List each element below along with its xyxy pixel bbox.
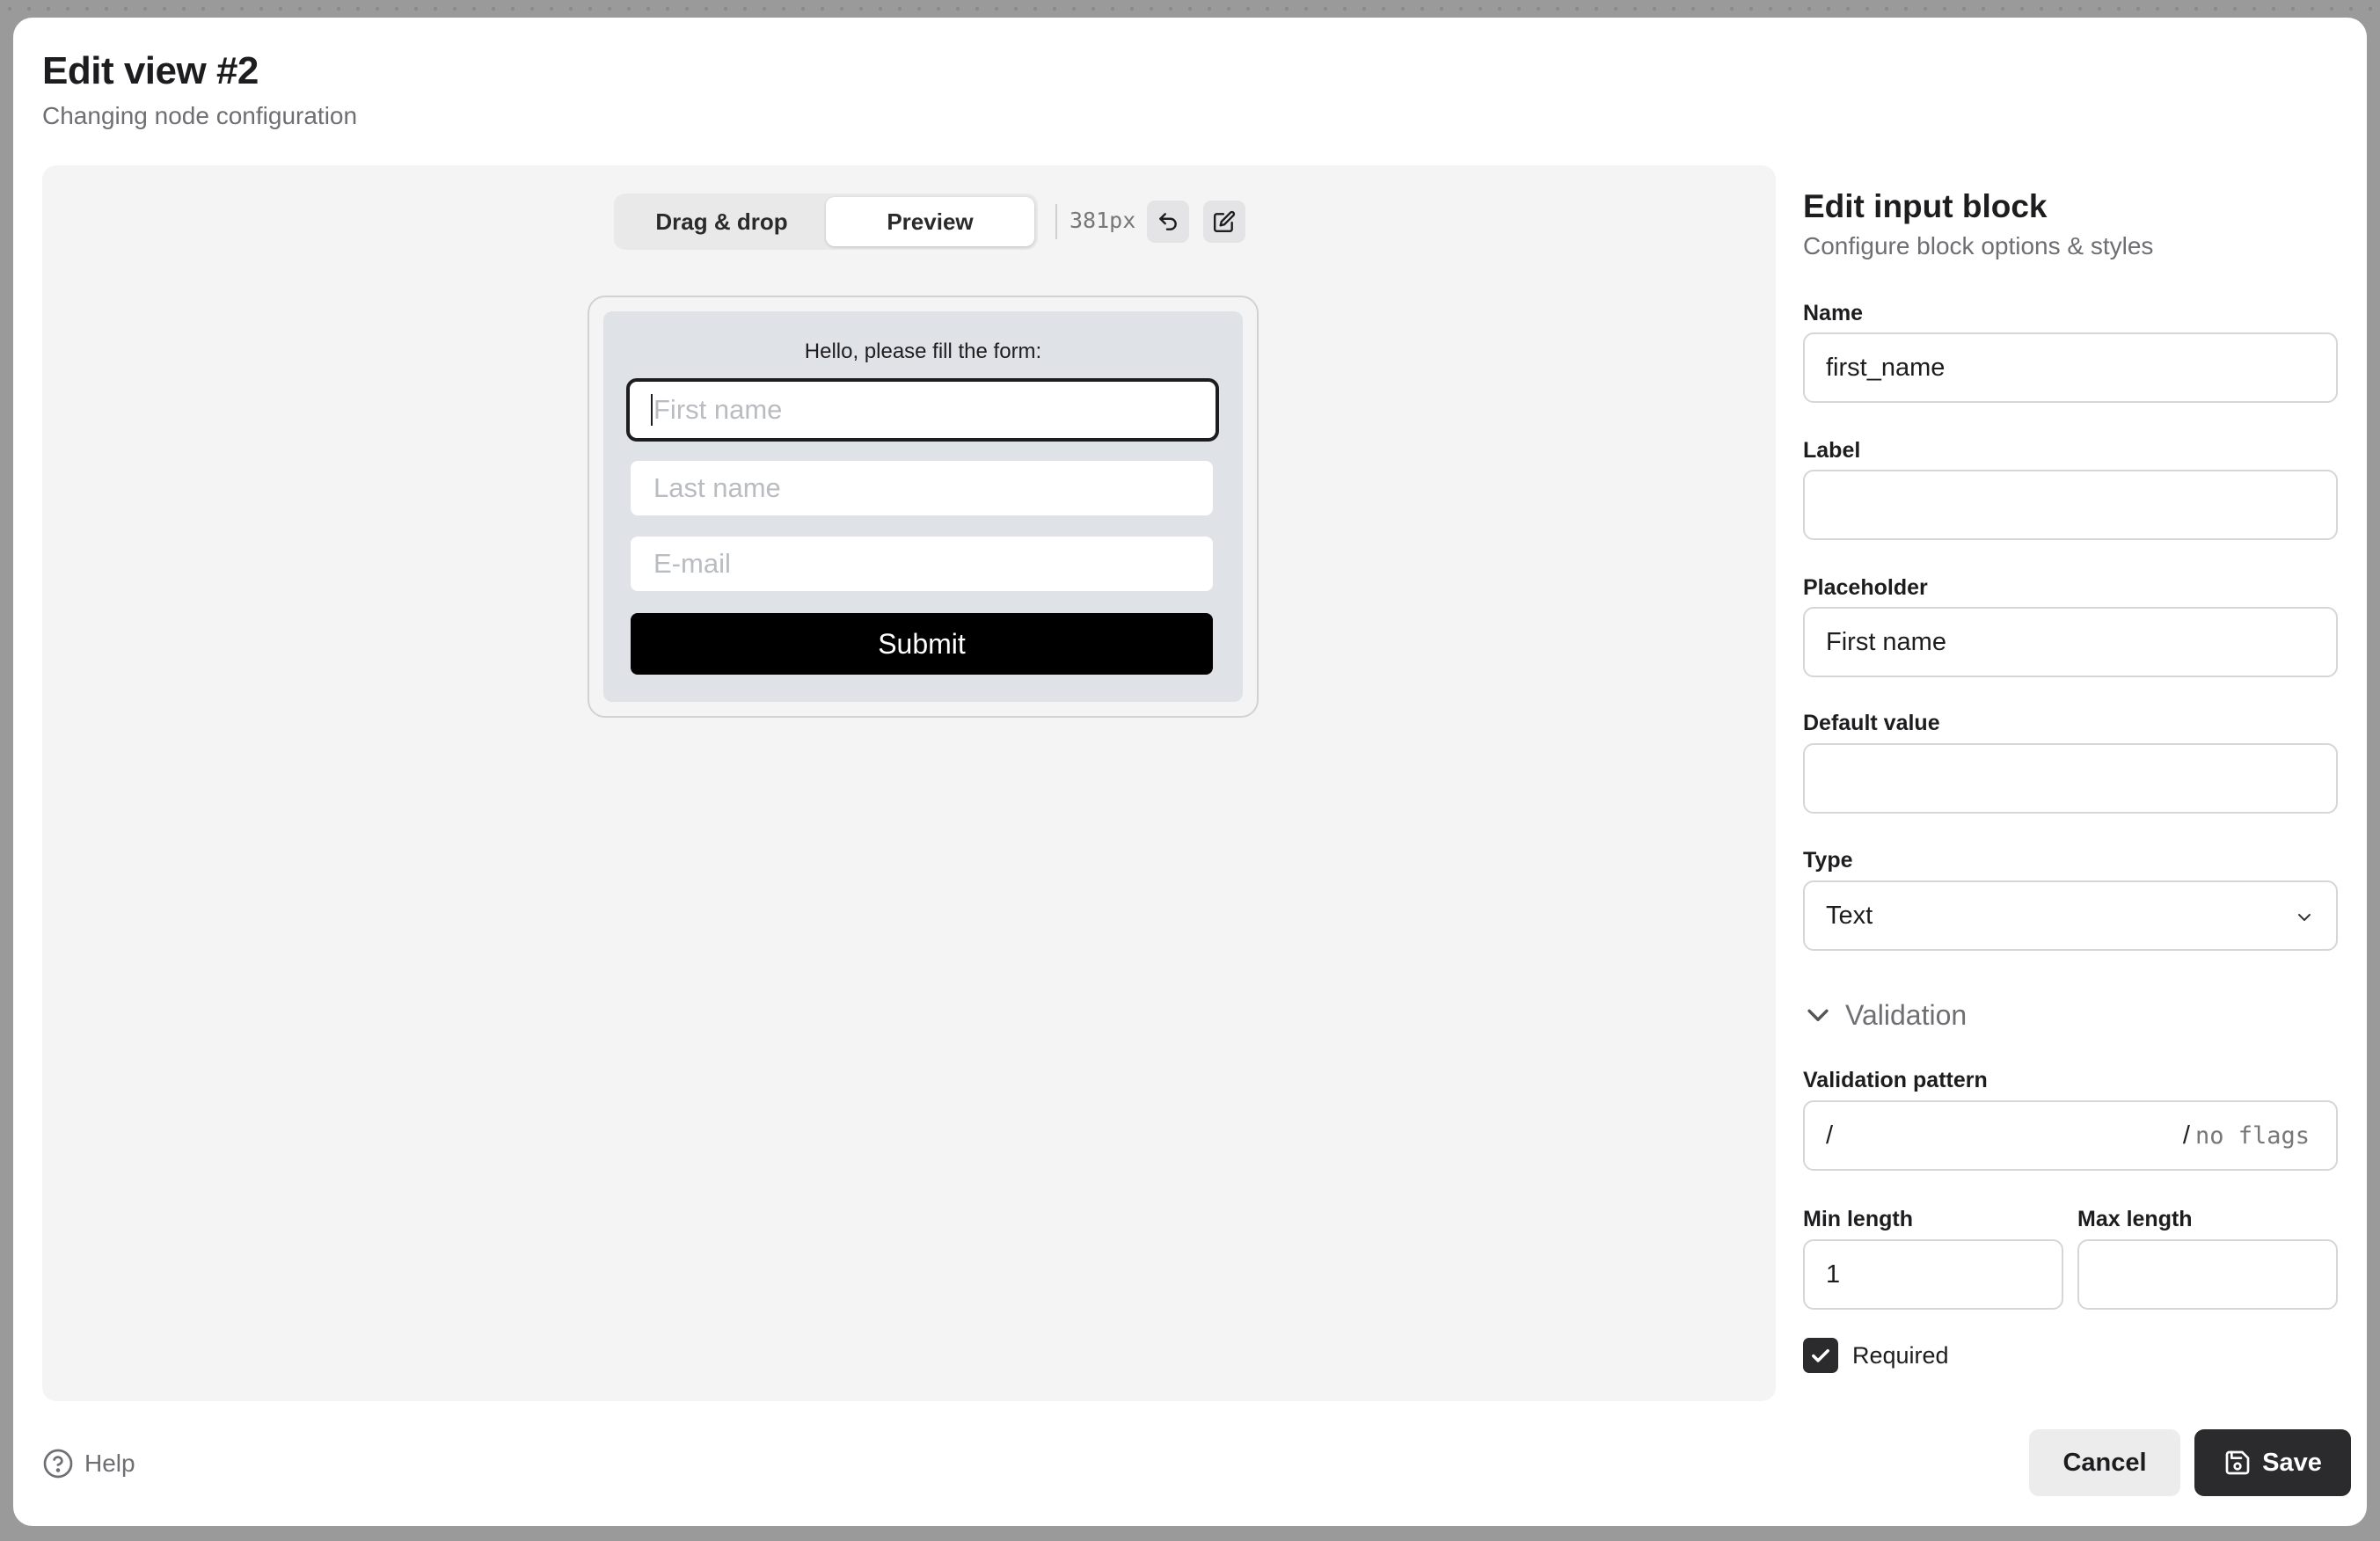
- min-length-value: 1: [1826, 1260, 1841, 1289]
- required-checkbox[interactable]: [1803, 1338, 1838, 1373]
- type-label: Type: [1803, 848, 1853, 873]
- max-length-field[interactable]: [2077, 1239, 2338, 1310]
- email-input[interactable]: E-mail: [631, 537, 1213, 591]
- last-name-input[interactable]: Last name: [631, 461, 1213, 515]
- validation-section-toggle[interactable]: Validation: [1803, 999, 1967, 1032]
- view-mode-toggle: Drag & drop Preview: [614, 194, 1038, 250]
- question-circle-icon: [43, 1449, 73, 1479]
- pattern-suffix: /: [2182, 1121, 2190, 1150]
- first-name-input[interactable]: First name: [626, 378, 1219, 442]
- min-length-field[interactable]: 1: [1803, 1239, 2063, 1310]
- edit-view-modal: Edit view #2 Changing node configuration…: [13, 18, 2367, 1526]
- cancel-button[interactable]: Cancel: [2029, 1429, 2180, 1496]
- tab-preview[interactable]: Preview: [826, 197, 1034, 246]
- save-label: Save: [2262, 1448, 2322, 1477]
- label-label: Label: [1803, 438, 1861, 463]
- input-placeholder: E-mail: [653, 548, 731, 579]
- undo-button[interactable]: [1147, 201, 1189, 243]
- name-value: first_name: [1826, 353, 1946, 382]
- form-card: Hello, please fill the form: First name …: [603, 311, 1243, 702]
- submit-button[interactable]: Submit: [631, 613, 1213, 675]
- validation-pattern-field[interactable]: / / no flags: [1803, 1100, 2338, 1171]
- modal-title: Edit view #2: [42, 49, 259, 92]
- preview-canvas: Drag & drop Preview 381px Hello, please …: [42, 165, 1776, 1401]
- floppy-disk-icon: [2225, 1450, 2250, 1475]
- save-button[interactable]: Save: [2194, 1429, 2351, 1496]
- placeholder-field[interactable]: First name: [1803, 607, 2338, 677]
- pencil-edit-icon: [1213, 210, 1236, 233]
- undo-arrow-icon: [1159, 213, 1177, 230]
- chevron-down-icon: [2298, 914, 2311, 921]
- width-readout: 381px: [1070, 208, 1136, 233]
- required-label: Required: [1852, 1342, 1949, 1369]
- placeholder-value: First name: [1826, 627, 1946, 656]
- modal-backdrop: [0, 0, 2380, 18]
- name-field[interactable]: first_name: [1803, 332, 2338, 403]
- text-caret: [651, 394, 653, 426]
- input-placeholder: Last name: [653, 472, 781, 503]
- form-heading: Hello, please fill the form:: [804, 340, 1042, 363]
- help-label: Help: [84, 1450, 135, 1477]
- edit-button[interactable]: [1203, 201, 1245, 243]
- panel-title: Edit input block: [1803, 188, 2048, 224]
- label-field[interactable]: [1803, 470, 2338, 540]
- validation-pattern-label: Validation pattern: [1803, 1068, 1988, 1092]
- tab-drag-and-drop[interactable]: Drag & drop: [617, 197, 826, 246]
- chevron-down-icon: [1807, 1009, 1829, 1021]
- device-preview-frame: Hello, please fill the form: First name …: [588, 296, 1259, 718]
- placeholder-label: Placeholder: [1803, 575, 1928, 600]
- min-length-label: Min length: [1803, 1207, 1913, 1231]
- type-value: Text: [1826, 901, 1873, 930]
- help-link[interactable]: Help: [42, 1448, 135, 1479]
- type-select[interactable]: Text: [1803, 880, 2338, 951]
- panel-subtitle: Configure block options & styles: [1803, 232, 2154, 259]
- modal-subtitle: Changing node configuration: [42, 102, 358, 129]
- input-placeholder: First name: [653, 394, 783, 425]
- checkmark-icon: [1812, 1349, 1829, 1362]
- toolbar-divider: [1055, 204, 1057, 239]
- max-length-label: Max length: [2077, 1207, 2193, 1231]
- default-value-label: Default value: [1803, 711, 1940, 735]
- default-value-field[interactable]: [1803, 743, 2338, 814]
- validation-section-label: Validation: [1845, 999, 1968, 1031]
- pattern-flags-input[interactable]: no flags: [2195, 1122, 2310, 1150]
- name-label: Name: [1803, 301, 1864, 325]
- pattern-prefix: /: [1826, 1121, 1834, 1150]
